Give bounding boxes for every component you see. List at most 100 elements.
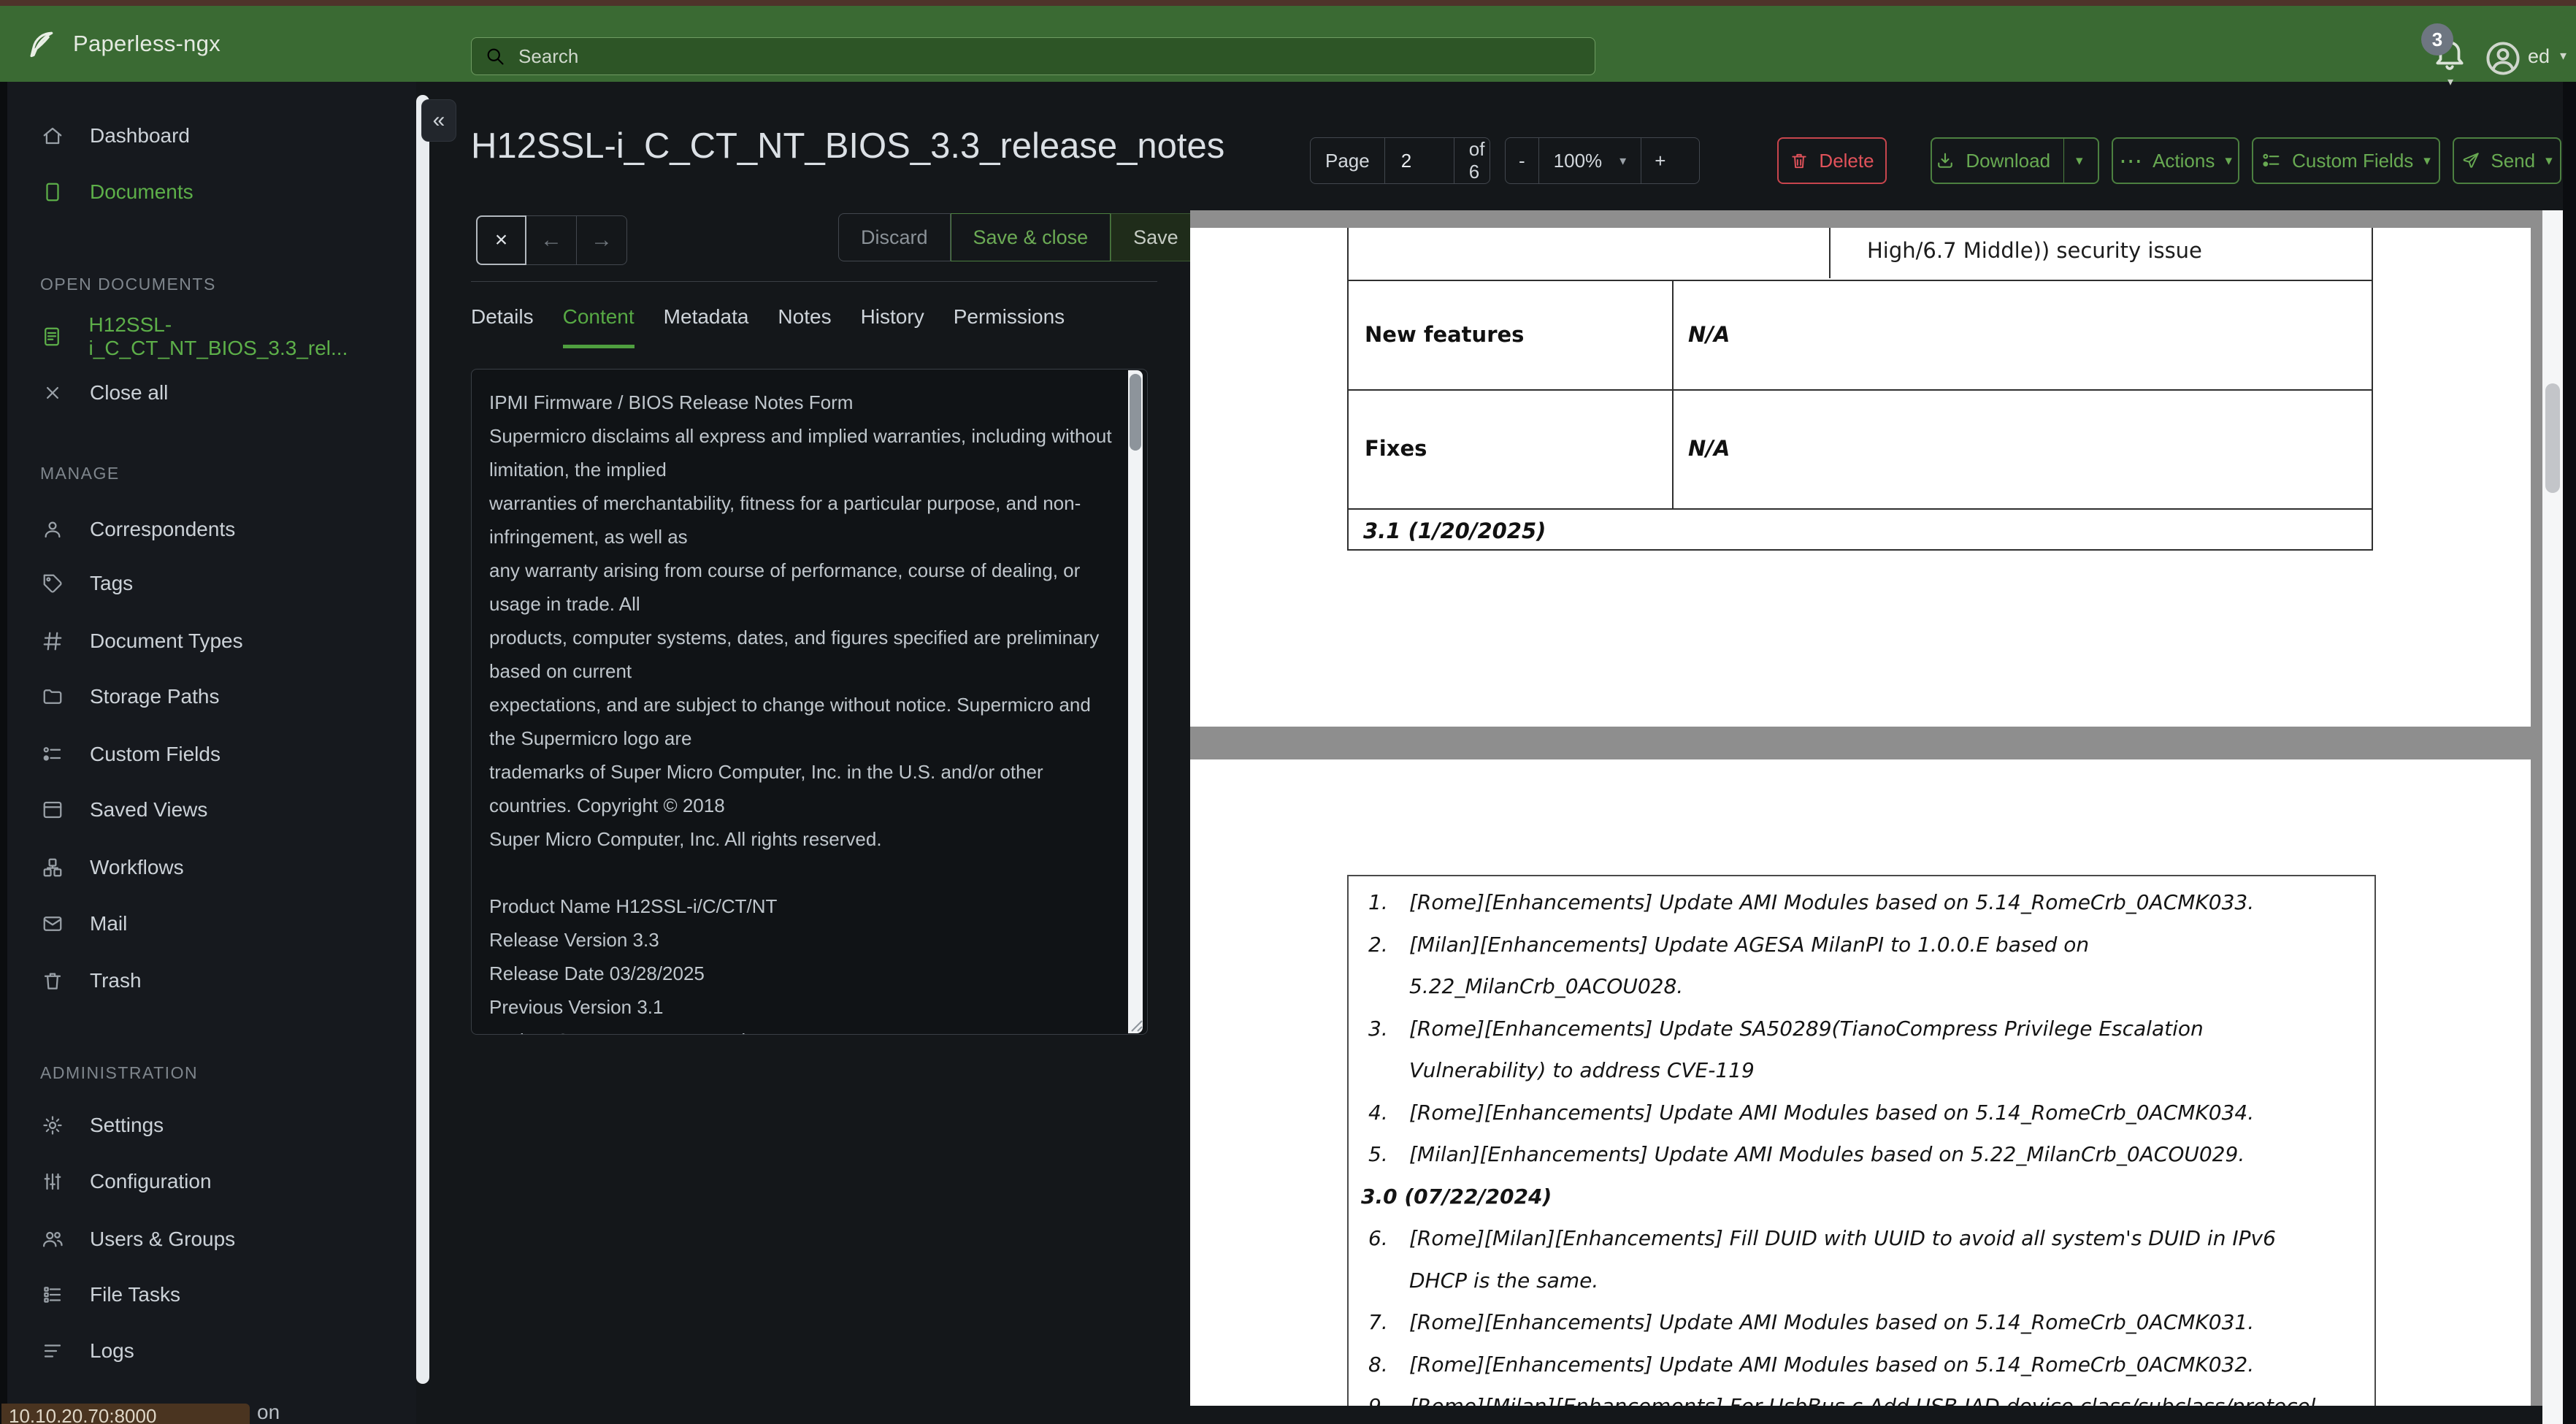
pdf-list-text: [Rome][Enhancements] Update AMI Modules … (1409, 1310, 2255, 1334)
sidebar-item-storage-paths[interactable]: Storage Paths (7, 671, 416, 722)
sidebar-item-tags[interactable]: Tags (7, 558, 416, 609)
page-label: Page (1325, 149, 1370, 172)
pdf-list-text: [Rome][Enhancements] Update AMI Modules … (1409, 1100, 2255, 1125)
content-editor-frame: IPMI Firmware / BIOS Release Notes Form … (471, 369, 1148, 1035)
sidebar-item-mail[interactable]: Mail (7, 898, 416, 949)
save-button-group: Discard Save & close Save (838, 213, 1201, 261)
sidebar-item-h12ssl-i-c-ct-nt-bios-3-3-rel[interactable]: H12SSL-i_C_CT_NT_BIOS_3.3_rel... (7, 311, 416, 362)
zoom-value: 100% (1553, 149, 1603, 172)
sidebar-item-label: File Tasks (90, 1283, 180, 1306)
download-caret-button[interactable]: ▾ (2063, 139, 2095, 183)
sidebar-item-workflows[interactable]: Workflows (7, 842, 416, 893)
zoom-select[interactable]: 100% ▾ (1538, 138, 1641, 183)
user-name[interactable]: ed (2528, 45, 2550, 68)
delete-button[interactable]: Delete (1777, 137, 1887, 184)
close-document-button[interactable]: × (476, 215, 526, 265)
custom-fields-button[interactable]: Custom Fields ▾ (2252, 137, 2440, 184)
sidebar-item-custom-fields[interactable]: Custom Fields (7, 729, 416, 780)
sidebar-item-documents[interactable]: Documents (7, 166, 416, 218)
user-avatar-icon[interactable] (2484, 39, 2522, 77)
search-input[interactable] (517, 44, 1582, 69)
sidebar-section-header-open-documents: OPEN DOCUMENTS (40, 274, 216, 294)
pdf-list-number: 1. (1368, 890, 1388, 914)
actions-caret-icon: ▾ (2225, 153, 2232, 169)
zoom-caret-icon: ▾ (1619, 153, 1627, 168)
actions-button[interactable]: ⋯ Actions ▾ (2112, 137, 2239, 184)
person-icon (40, 518, 65, 540)
sidebar-item-documentation-partial[interactable]: on (257, 1401, 280, 1424)
sidebar-item-saved-views[interactable]: Saved Views (7, 784, 416, 835)
page-input-cell (1384, 138, 1454, 183)
document-title: H12SSL-i_C_CT_NT_BIOS_3.3_release_notes (471, 126, 1225, 166)
next-document-button[interactable]: → (577, 215, 627, 265)
sidebar-item-label: Trash (90, 969, 142, 992)
sidebar-item-label: Saved Views (90, 798, 208, 821)
pdf-table-value: N/A (1688, 436, 1730, 461)
textarea-resize-handle[interactable] (1124, 1014, 1143, 1033)
tab-details[interactable]: Details (471, 298, 534, 348)
content-scrollbar-thumb[interactable] (1130, 374, 1141, 451)
save-button[interactable]: Save (1111, 213, 1201, 261)
send-caret-icon: ▾ (2545, 153, 2553, 169)
pdf-list-heading: 3.0 (07/22/2024) (1349, 1184, 2374, 1226)
tab-metadata[interactable]: Metadata (664, 298, 749, 348)
right-edge (2563, 82, 2576, 1424)
custom-fields-icon (2261, 150, 2282, 171)
content-textarea[interactable]: IPMI Firmware / BIOS Release Notes Form … (472, 370, 1147, 1034)
tab-content[interactable]: Content (562, 298, 635, 348)
previous-document-button[interactable]: ← (526, 215, 577, 265)
sidebar-item-dashboard[interactable]: Dashboard (7, 110, 416, 161)
sidebar-scrollbar[interactable] (416, 95, 429, 1384)
zoom-in-button[interactable]: + (1641, 138, 1679, 183)
download-button[interactable]: Download ▾ (1931, 137, 2099, 184)
pdf-list-text: DHCP is the same. (1409, 1268, 1599, 1293)
sidebar-item-close-all[interactable]: Close all (7, 367, 416, 418)
pdf-list-item: 7. [Rome][Enhancements] Update AMI Module… (1349, 1310, 2374, 1352)
tab-permissions[interactable]: Permissions (954, 298, 1065, 348)
window-icon (40, 799, 65, 821)
sidebar-item-configuration[interactable]: Configuration (7, 1156, 416, 1207)
notification-badge: 3 (2421, 23, 2453, 55)
window-top-strip (0, 0, 2576, 6)
page-number-input[interactable] (1399, 148, 1439, 173)
discard-button[interactable]: Discard (838, 213, 951, 261)
sidebar-item-document-types[interactable]: Document Types (7, 616, 416, 667)
delete-label: Delete (1819, 149, 1874, 172)
global-search[interactable] (471, 37, 1595, 75)
send-label: Send (2491, 149, 2536, 172)
sidebar-collapse-button[interactable]: « (421, 99, 456, 142)
pdf-list-text: 5.22_MilanCrb_0ACOU028. (1409, 974, 1684, 998)
detail-tabs: Details Content Metadata Notes History P… (471, 298, 1065, 348)
sidebar-item-settings[interactable]: Settings (7, 1100, 416, 1151)
pdf-list-number: 2. (1368, 932, 1388, 957)
users-icon (40, 1228, 65, 1250)
page-count-label: of 6 (1453, 138, 1500, 183)
tab-notes[interactable]: Notes (778, 298, 831, 348)
sidebar-item-correspondents[interactable]: Correspondents (7, 504, 416, 555)
pdf-table-divider (1672, 281, 1674, 389)
zoom-out-button[interactable]: - (1506, 138, 1538, 183)
user-menu-caret-icon: ▾ (2560, 48, 2567, 63)
hash-icon (40, 630, 65, 652)
tab-history[interactable]: History (861, 298, 924, 348)
sidebar-item-logs[interactable]: Logs (7, 1325, 416, 1377)
sidebar-item-label: Workflows (90, 856, 184, 878)
pdf-scrollbar-thumb[interactable] (2545, 383, 2560, 493)
sidebar-item-trash[interactable]: Trash (7, 955, 416, 1006)
sidebar-item-label: Custom Fields (90, 743, 221, 765)
pdf-table-value: N/A (1688, 322, 1730, 347)
sidebar-item-label: Tags (90, 572, 134, 594)
pdf-table-divider (1672, 391, 1674, 508)
content-scrollbar-track[interactable] (1128, 370, 1143, 1033)
bell-caret-icon: ▾ (2447, 76, 2454, 88)
sidebar-item-file-tasks[interactable]: File Tasks (7, 1269, 416, 1320)
save-and-close-button[interactable]: Save & close (950, 213, 1111, 261)
sidebar-item-users-groups[interactable]: Users & Groups (7, 1214, 416, 1265)
pdf-table-spill-text: High/6.7 Middle)) security issue (1867, 238, 2202, 263)
sidebar: Dashboard Documents OPEN DOCUMENTS H12SSL-i… (7, 82, 416, 1424)
pdf-list-item: 4. [Rome][Enhancements] Update AMI Module… (1349, 1100, 2374, 1142)
app-brand[interactable]: Paperless-ngx (25, 6, 221, 82)
send-button[interactable]: Send ▾ (2453, 137, 2561, 184)
pdf-list-text: [Rome][Milan][Enhancements] Fill DUID wi… (1409, 1226, 2276, 1250)
app-window: Paperless-ngx 3 ▾ ed ▾ Dashboard Document… (0, 0, 2576, 1424)
